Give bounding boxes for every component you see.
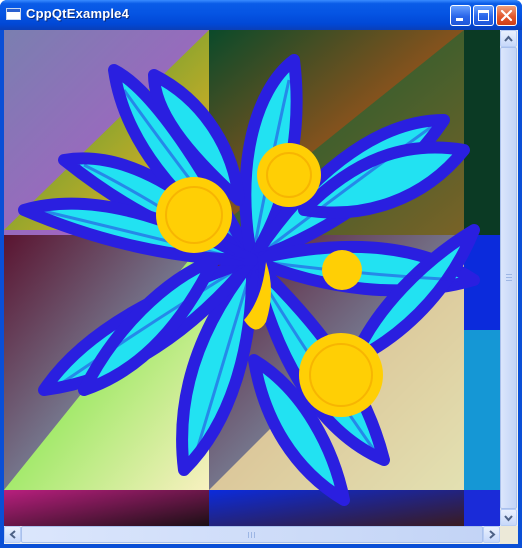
arrow-left-icon: [9, 530, 16, 539]
scroll-up-button[interactable]: [500, 30, 517, 47]
app-window: CppQtExample4: [0, 0, 522, 548]
title-bar[interactable]: CppQtExample4: [0, 0, 522, 30]
scrollbar-corner: [500, 526, 518, 544]
maximize-button[interactable]: [473, 5, 494, 26]
client-area: [4, 30, 518, 544]
window-title: CppQtExample4: [26, 6, 130, 21]
scroll-right-button[interactable]: [483, 526, 500, 543]
horizontal-scrollbar[interactable]: [4, 526, 500, 544]
minimize-icon: [456, 18, 463, 21]
flower-drawing: [4, 30, 500, 526]
scroll-left-button[interactable]: [4, 526, 21, 543]
arrow-up-icon: [504, 35, 513, 42]
scroll-down-button[interactable]: [500, 509, 517, 526]
horizontal-scroll-thumb[interactable]: [21, 526, 483, 543]
vertical-scroll-thumb[interactable]: [500, 47, 517, 509]
flower-canvas[interactable]: [4, 30, 500, 526]
arrow-right-icon: [489, 530, 496, 539]
maximize-icon: [478, 10, 489, 21]
close-icon: [500, 9, 513, 22]
close-button[interactable]: [496, 5, 517, 26]
vertical-scrollbar[interactable]: [500, 30, 518, 526]
minimize-button[interactable]: [450, 5, 471, 26]
app-window-icon[interactable]: [6, 8, 21, 20]
arrow-down-icon: [504, 515, 513, 522]
